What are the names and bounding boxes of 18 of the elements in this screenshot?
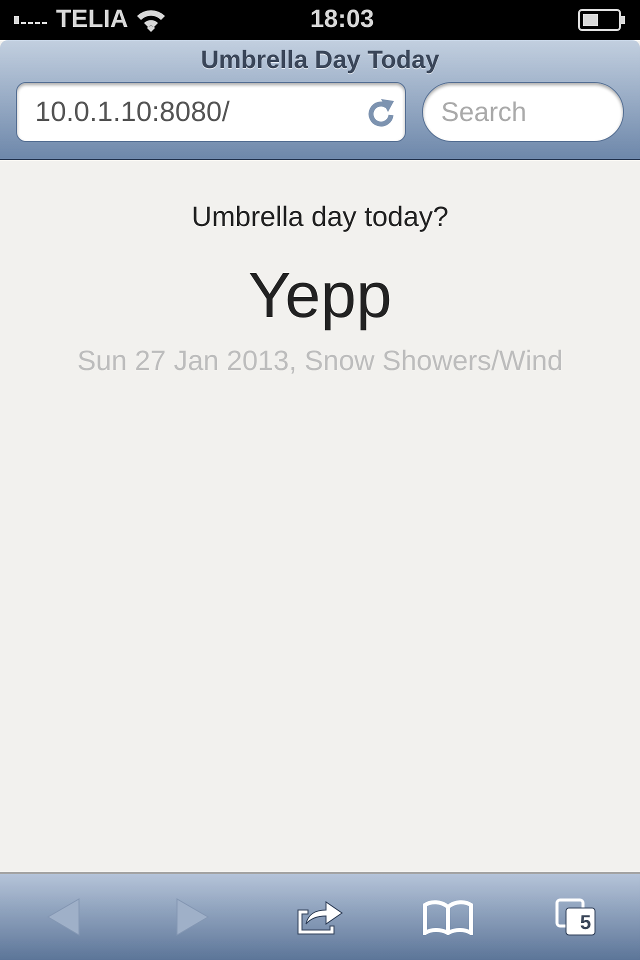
tab-count: 5: [580, 913, 592, 933]
clock-time: 18:03: [310, 4, 374, 36]
signal-icon: [14, 16, 48, 24]
reload-icon[interactable]: [367, 97, 395, 127]
right-arrow-icon: [175, 898, 209, 936]
answer-text: Yepp: [248, 260, 392, 330]
search-field[interactable]: Search: [422, 82, 624, 142]
battery-icon: [578, 9, 626, 31]
question-text: Umbrella day today?: [192, 200, 448, 234]
left-arrow-icon: [47, 898, 81, 936]
page-title: Umbrella Day Today: [200, 46, 440, 74]
share-icon: [296, 898, 344, 936]
carrier-name: TELIA: [56, 4, 128, 36]
book-icon: [423, 899, 473, 935]
address-field[interactable]: 10.0.1.10:8080/: [16, 82, 406, 142]
wifi-icon: [136, 8, 166, 32]
pages-icon: [555, 898, 597, 936]
tabs-button[interactable]: 5: [512, 873, 640, 960]
